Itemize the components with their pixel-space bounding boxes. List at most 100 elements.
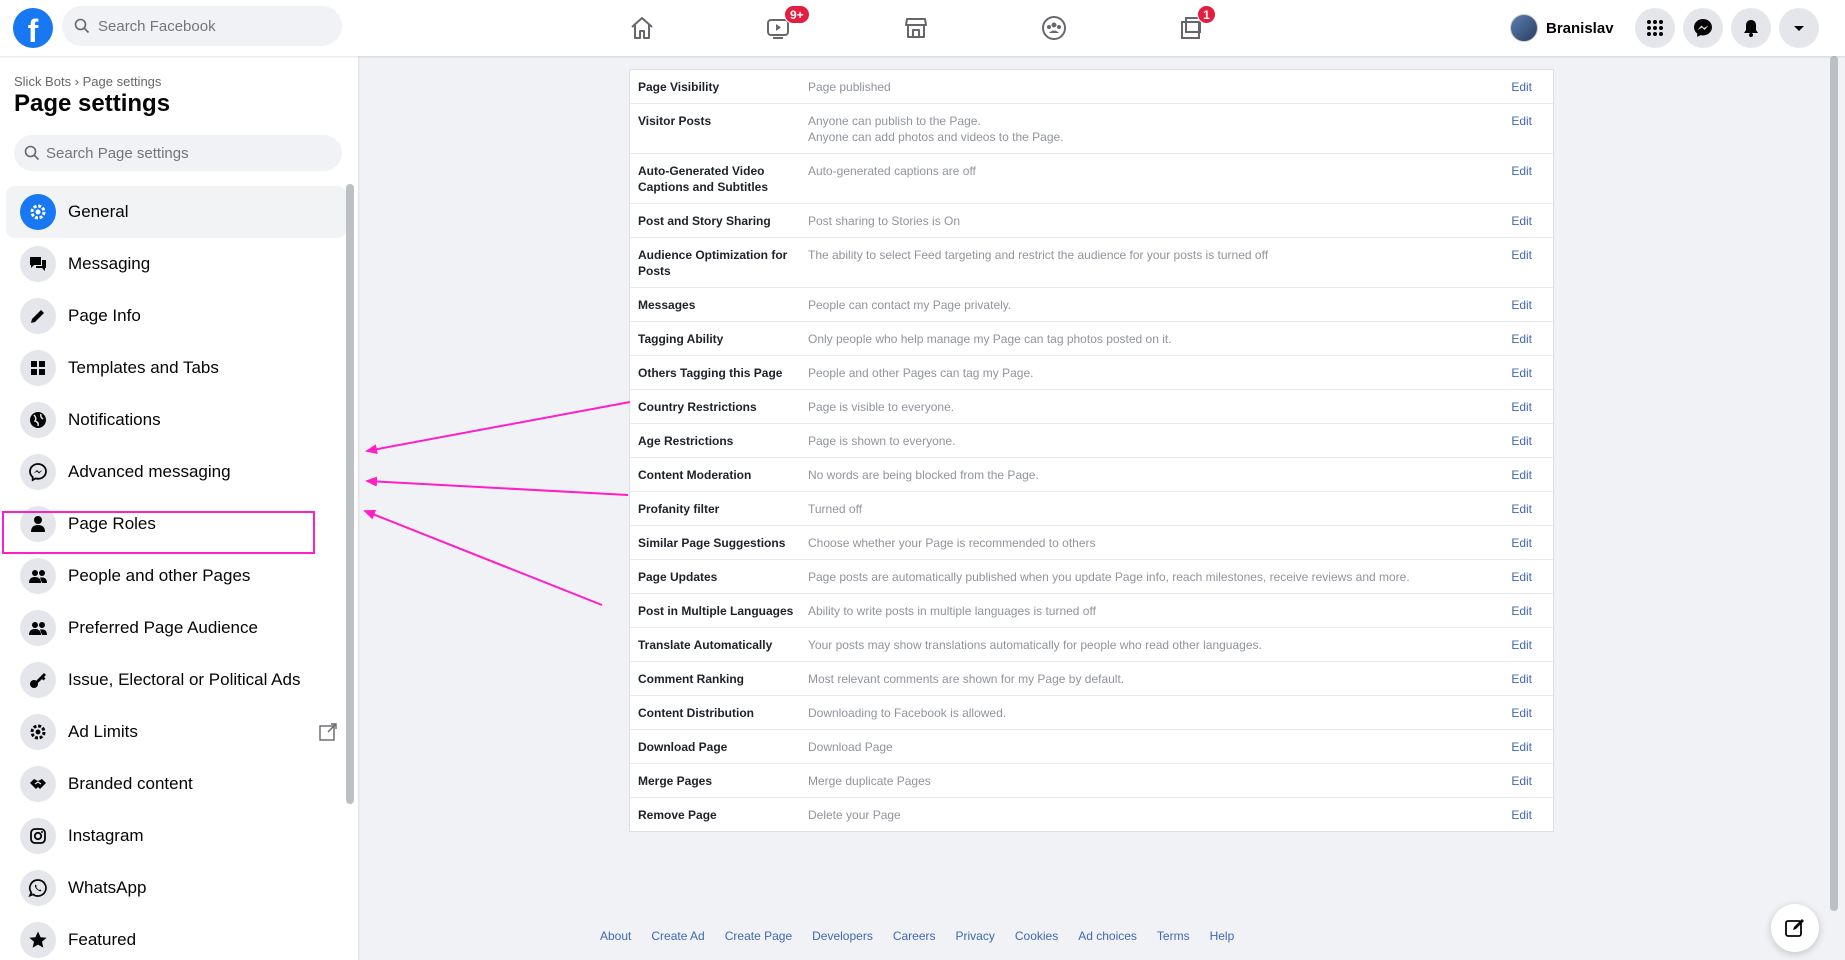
facebook-search[interactable] bbox=[62, 6, 342, 46]
nav-watch[interactable]: 9+ bbox=[722, 5, 834, 48]
sidebar-item-branded-content[interactable]: Branded content bbox=[6, 758, 346, 810]
search-icon bbox=[74, 18, 90, 34]
footer-link[interactable]: Ad choices bbox=[1078, 929, 1137, 943]
sidebar-item-label: Branded content bbox=[68, 774, 193, 793]
settings-row: Content Moderation No words are being blo… bbox=[630, 458, 1553, 492]
nav-home[interactable] bbox=[586, 8, 698, 48]
avatar bbox=[1510, 14, 1538, 42]
edit-link[interactable]: Edit bbox=[1511, 637, 1545, 653]
setting-value-line: Turned off bbox=[808, 502, 863, 516]
setting-value-line: Page is shown to everyone. bbox=[808, 434, 956, 448]
edit-link[interactable]: Edit bbox=[1511, 433, 1545, 449]
setting-name: Profanity filter bbox=[638, 502, 720, 516]
sidebar-item-templates-and-tabs[interactable]: Templates and Tabs bbox=[6, 342, 346, 394]
settings-row: Others Tagging this Page People and other… bbox=[630, 356, 1553, 390]
page-scrollbar-thumb[interactable] bbox=[1830, 56, 1838, 911]
sidebar-item-preferred-page-audience[interactable]: Preferred Page Audience bbox=[6, 602, 346, 654]
edit-link[interactable]: Edit bbox=[1511, 807, 1545, 823]
edit-link[interactable]: Edit bbox=[1511, 331, 1545, 347]
setting-value-line: Page posts are automatically published w… bbox=[808, 570, 1410, 584]
grid-icon bbox=[20, 350, 56, 386]
sidebar-item-advanced-messaging[interactable]: Advanced messaging bbox=[6, 446, 346, 498]
sidebar-item-instagram[interactable]: Instagram bbox=[6, 810, 346, 862]
footer-link[interactable]: Terms bbox=[1157, 929, 1190, 943]
setting-value: Choose whether your Page is recommended … bbox=[808, 535, 1498, 551]
people-icon bbox=[20, 610, 56, 646]
setting-value-line: Delete your Page bbox=[808, 808, 901, 822]
setting-value-line: Page published bbox=[808, 80, 891, 94]
sidebar-item-featured[interactable]: Featured bbox=[6, 914, 346, 960]
setting-name: Auto-Generated Video Captions and Subtit… bbox=[638, 164, 769, 194]
breadcrumb[interactable]: Slick Bots › Page settings bbox=[14, 74, 161, 89]
edit-link[interactable]: Edit bbox=[1511, 535, 1545, 551]
edit-link[interactable]: Edit bbox=[1511, 603, 1545, 619]
annotation-highlight-box bbox=[2, 511, 315, 554]
sidebar-item-political-ads[interactable]: Issue, Electoral or Political Ads bbox=[6, 654, 346, 706]
setting-value: People and other Pages can tag my Page. bbox=[808, 365, 1498, 381]
page-settings-search-input[interactable] bbox=[46, 144, 326, 162]
footer-link[interactable]: Careers bbox=[893, 929, 936, 943]
setting-value-line: People can contact my Page privately. bbox=[808, 298, 1012, 312]
page-scrollbar[interactable] bbox=[1827, 56, 1840, 960]
sidebar-item-label: Ad Limits bbox=[68, 722, 138, 741]
nav-gaming[interactable]: 1 bbox=[1135, 5, 1247, 48]
setting-value: People can contact my Page privately. bbox=[808, 297, 1498, 313]
setting-name: Post and Story Sharing bbox=[638, 214, 771, 228]
footer-link[interactable]: Privacy bbox=[956, 929, 995, 943]
edit-link[interactable]: Edit bbox=[1511, 163, 1545, 195]
setting-value: Turned off bbox=[808, 501, 1498, 517]
page-title: Page settings bbox=[14, 90, 171, 117]
settings-row: Page Updates Page posts are automatically… bbox=[630, 560, 1553, 594]
sidebar-item-whatsapp[interactable]: WhatsApp bbox=[6, 862, 346, 914]
account-button[interactable] bbox=[1779, 8, 1819, 48]
edit-link[interactable]: Edit bbox=[1511, 467, 1545, 483]
messenger-button[interactable] bbox=[1683, 8, 1723, 48]
setting-value: Post sharing to Stories is On bbox=[808, 213, 1498, 229]
edit-link[interactable]: Edit bbox=[1511, 739, 1545, 755]
edit-link[interactable]: Edit bbox=[1511, 569, 1545, 585]
sidebar-item-ad-limits[interactable]: Ad Limits bbox=[6, 706, 346, 758]
footer-link[interactable]: Create Ad bbox=[651, 929, 704, 943]
setting-name: Similar Page Suggestions bbox=[638, 536, 786, 550]
new-message-button[interactable] bbox=[1771, 904, 1819, 952]
edit-link[interactable]: Edit bbox=[1511, 501, 1545, 517]
edit-link[interactable]: Edit bbox=[1511, 297, 1545, 313]
sidebar-scrollbar[interactable] bbox=[346, 184, 354, 804]
menu-grid-icon bbox=[1647, 20, 1663, 36]
edit-link[interactable]: Edit bbox=[1511, 399, 1545, 415]
sidebar-item-page-info[interactable]: Page Info bbox=[6, 290, 346, 342]
sidebar-item-label: Page Info bbox=[68, 306, 141, 325]
notifications-button[interactable] bbox=[1731, 8, 1771, 48]
edit-link[interactable]: Edit bbox=[1511, 213, 1545, 229]
menu-button[interactable] bbox=[1635, 8, 1675, 48]
setting-value: Merge duplicate Pages bbox=[808, 773, 1498, 789]
sidebar-item-notifications[interactable]: Notifications bbox=[6, 394, 346, 446]
gear-icon bbox=[20, 194, 56, 230]
page-settings-search[interactable] bbox=[14, 135, 342, 171]
setting-value-line: Anyone can publish to the Page. bbox=[808, 114, 981, 128]
edit-link[interactable]: Edit bbox=[1511, 79, 1545, 95]
facebook-search-input[interactable] bbox=[98, 17, 318, 35]
sidebar-item-general[interactable]: General bbox=[6, 186, 346, 238]
edit-link[interactable]: Edit bbox=[1511, 365, 1545, 381]
footer-link[interactable]: Developers bbox=[812, 929, 873, 943]
nav-groups[interactable] bbox=[998, 8, 1110, 48]
profile-link[interactable]: Branislav bbox=[1510, 12, 1614, 44]
setting-value-line: Download Page bbox=[808, 740, 893, 754]
setting-name: Remove Page bbox=[638, 808, 717, 822]
footer-link[interactable]: About bbox=[600, 929, 631, 943]
edit-link[interactable]: Edit bbox=[1511, 671, 1545, 687]
sidebar-item-people-and-other-pages[interactable]: People and other Pages bbox=[6, 550, 346, 602]
edit-link[interactable]: Edit bbox=[1511, 247, 1545, 279]
footer-link[interactable]: Cookies bbox=[1015, 929, 1058, 943]
edit-link[interactable]: Edit bbox=[1511, 113, 1545, 145]
nav-marketplace[interactable] bbox=[860, 8, 972, 48]
footer-link[interactable]: Help bbox=[1210, 929, 1235, 943]
sidebar-item-messaging[interactable]: Messaging bbox=[6, 238, 346, 290]
edit-link[interactable]: Edit bbox=[1511, 705, 1545, 721]
edit-link[interactable]: Edit bbox=[1511, 773, 1545, 789]
setting-value: Ability to write posts in multiple langu… bbox=[808, 603, 1498, 619]
setting-value: Delete your Page bbox=[808, 807, 1498, 823]
footer-link[interactable]: Create Page bbox=[725, 929, 792, 943]
facebook-logo[interactable]: f bbox=[13, 8, 53, 48]
